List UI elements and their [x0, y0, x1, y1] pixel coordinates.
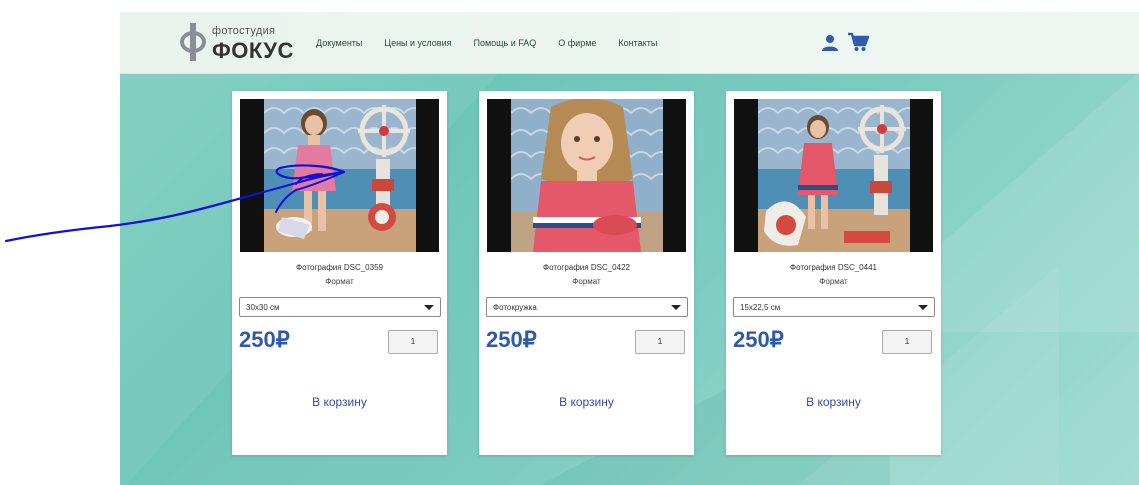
user-icon[interactable] — [821, 34, 839, 52]
product-card: Фотография DSC_0422 Формат Фотокружка 25… — [479, 91, 694, 455]
quantity-stepper[interactable]: 1 — [882, 330, 932, 354]
product-price: 250₽ — [733, 327, 784, 352]
product-photo[interactable] — [240, 99, 439, 252]
chevron-down-icon — [918, 305, 928, 310]
photo-image — [758, 99, 910, 252]
product-caption: Фотография DSC_0359 — [296, 263, 383, 272]
quantity-stepper[interactable]: 1 — [635, 330, 685, 354]
product-caption: Фотография DSC_0441 — [790, 263, 877, 272]
format-select[interactable]: Фотокружка — [486, 297, 688, 317]
add-to-cart-button[interactable]: В корзину — [726, 395, 941, 409]
logo-subtitle: фотостудия — [212, 25, 276, 37]
product-card: Фотография DSC_0441 Формат 15х22,5 см 25… — [726, 91, 941, 455]
cart-icon[interactable] — [847, 32, 869, 52]
nav-documents[interactable]: Документы — [316, 38, 362, 48]
chevron-down-icon — [671, 305, 681, 310]
logo-title: ФОКУС — [212, 38, 294, 63]
nav-prices[interactable]: Цены и условия — [384, 38, 451, 48]
product-photo[interactable] — [734, 99, 933, 252]
format-select-value: 15х22,5 см — [740, 303, 781, 312]
nav-about[interactable]: О фирме — [558, 38, 596, 48]
product-caption: Фотография DSC_0422 — [543, 263, 630, 272]
logo-icon — [178, 23, 208, 61]
photo-image — [511, 99, 663, 252]
product-price: 250₽ — [486, 327, 537, 352]
chevron-down-icon — [424, 305, 434, 310]
nav-contacts[interactable]: Контакты — [618, 38, 657, 48]
format-select-value: 30х30 см — [246, 303, 280, 312]
logo[interactable]: фотостудия ФОКУС — [178, 22, 294, 62]
product-price: 250₽ — [239, 327, 290, 352]
nav-help[interactable]: Помощь и FAQ — [473, 38, 536, 48]
add-to-cart-button[interactable]: В корзину — [479, 395, 694, 409]
format-label: Формат — [819, 277, 848, 286]
format-label: Формат — [572, 277, 601, 286]
format-select[interactable]: 15х22,5 см — [733, 297, 935, 317]
add-to-cart-button[interactable]: В корзину — [232, 395, 447, 409]
format-select-value: Фотокружка — [493, 303, 537, 312]
quantity-stepper[interactable]: 1 — [388, 330, 438, 354]
format-select[interactable]: 30х30 см — [239, 297, 441, 317]
main-nav: Документы Цены и условия Помощь и FAQ О … — [316, 38, 679, 48]
site-header: фотостудия ФОКУС Документы Цены и услови… — [120, 12, 1139, 74]
product-photo[interactable] — [487, 99, 686, 252]
product-card: Фотография DSC_0359 Формат 30х30 см 250₽… — [232, 91, 447, 455]
photo-image — [264, 99, 416, 252]
format-label: Формат — [325, 277, 354, 286]
